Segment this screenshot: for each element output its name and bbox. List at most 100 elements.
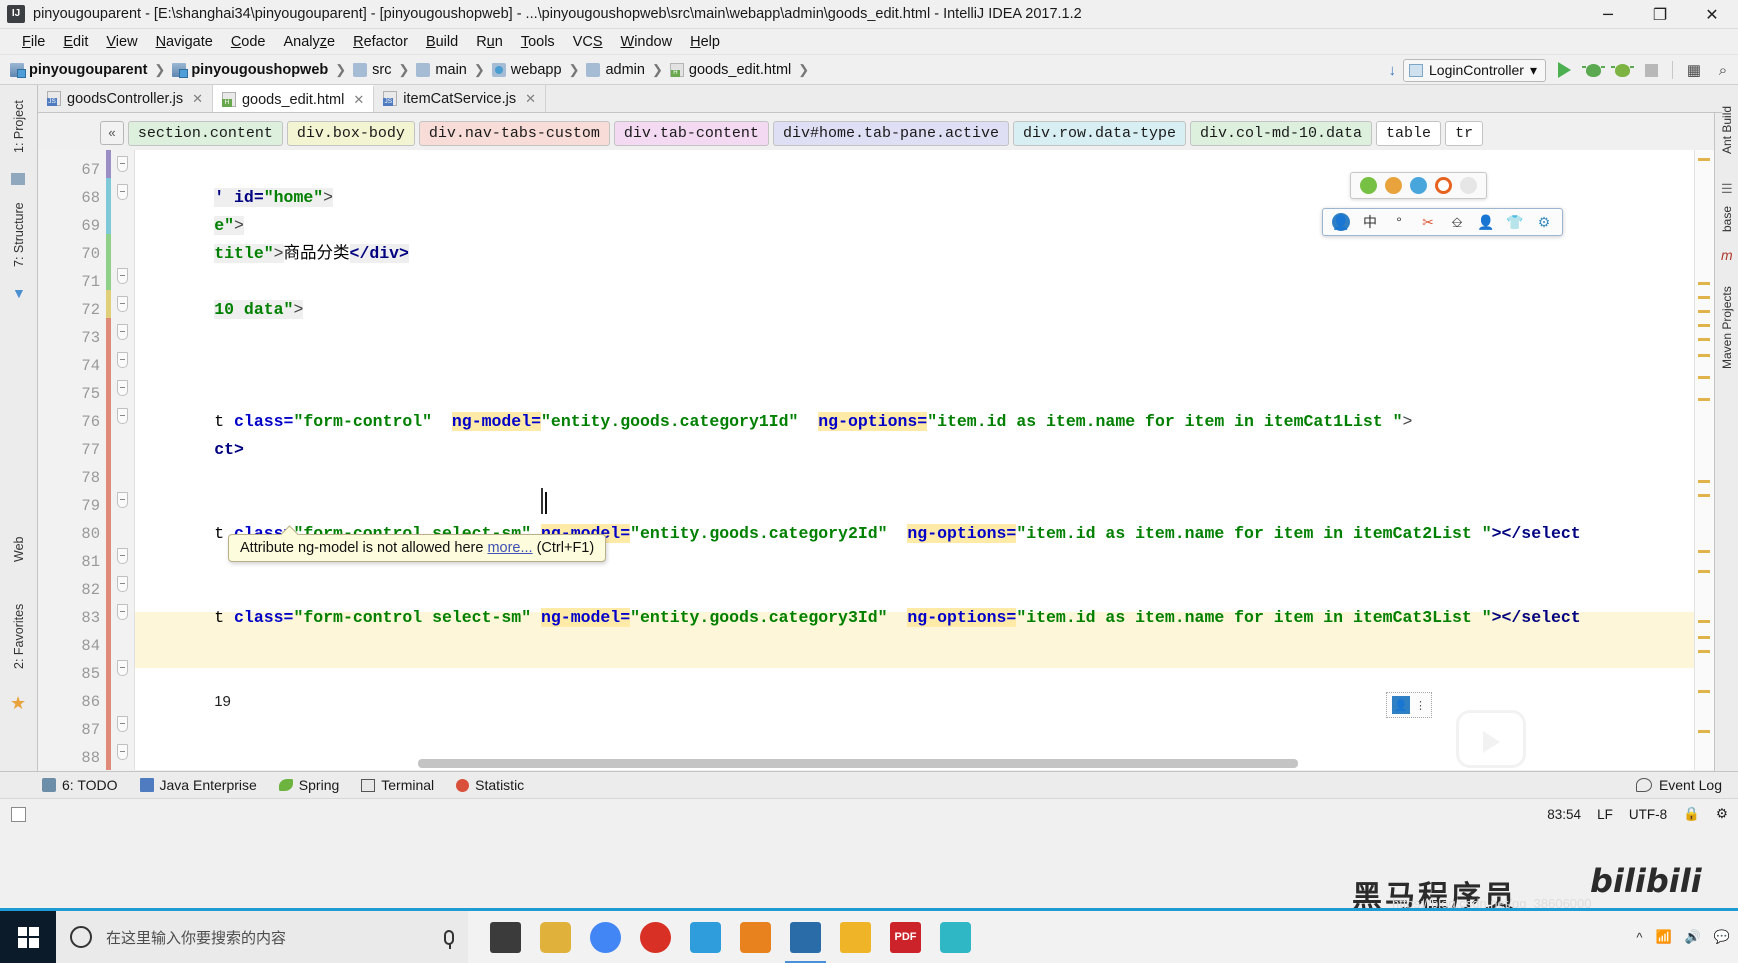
menu-edit[interactable]: Edit (54, 32, 97, 52)
element-div-nav-tabs-custom[interactable]: div.nav-tabs-custom (418, 120, 610, 146)
element-div-box-body[interactable]: div.box-body (286, 120, 415, 146)
element-div-tab-content[interactable]: div.tab-content (613, 120, 769, 146)
database-button[interactable]: ▦ (1683, 59, 1705, 81)
fold-marker[interactable] (117, 492, 128, 508)
lock-icon[interactable]: 🔒 (1683, 806, 1700, 822)
code-editor[interactable]: 67 68 69 70 71 72 73 74 75 76 77 78 79 8… (38, 150, 1714, 770)
file-explorer-icon[interactable] (840, 921, 871, 953)
taskbar-app-red-icon[interactable] (640, 921, 671, 953)
fold-marker[interactable] (117, 660, 128, 676)
tab-goods-edit-html[interactable]: goods_edit.html ✕ (212, 85, 375, 112)
taskbar-search-box[interactable]: 在这里输入你要搜索的内容 (56, 911, 468, 963)
update-project-icon[interactable]: ↓ (1389, 62, 1397, 79)
line-number-gutter[interactable]: 67 68 69 70 71 72 73 74 75 76 77 78 79 8… (38, 150, 106, 770)
menu-navigate[interactable]: Navigate (147, 32, 222, 52)
menu-file[interactable]: File (13, 32, 54, 52)
menu-run[interactable]: Run (467, 32, 512, 52)
bottom-item-todo[interactable]: 6: TODO (42, 777, 118, 793)
menu-help[interactable]: Help (681, 32, 729, 52)
fold-marker[interactable] (117, 716, 128, 732)
tray-chevron-icon[interactable]: ^ (1636, 930, 1642, 945)
sidebar-item-web[interactable]: Web (0, 525, 38, 573)
maximize-button[interactable]: ❐ (1634, 0, 1686, 29)
chrome-icon[interactable] (590, 921, 621, 953)
sidebar-item-base[interactable]: base (1715, 197, 1738, 241)
fold-marker[interactable] (117, 744, 128, 760)
pdf-reader-icon[interactable]: PDF (890, 921, 921, 953)
horizontal-scrollbar[interactable] (418, 759, 1298, 768)
fold-marker[interactable] (117, 576, 128, 592)
menu-tools[interactable]: Tools (512, 32, 564, 52)
stop-button[interactable] (1640, 59, 1662, 81)
taskbar-app-orange-icon[interactable] (740, 921, 771, 953)
gear-icon[interactable]: ⚙ (1535, 213, 1553, 231)
close-icon[interactable]: ✕ (353, 92, 364, 108)
sidebar-item-favorites[interactable]: 2: Favorites (0, 585, 38, 687)
sidebar-item-project[interactable]: 1: Project (0, 87, 38, 167)
breadcrumb-item-main[interactable]: main ❯ (416, 62, 491, 78)
run-with-coverage-button[interactable] (1610, 59, 1634, 81)
fold-marker[interactable] (117, 604, 128, 620)
line-separator[interactable]: LF (1597, 807, 1613, 822)
sidebar-item-maven-projects[interactable]: Maven Projects (1715, 265, 1738, 391)
microphone-icon[interactable] (444, 929, 454, 949)
fold-marker[interactable] (117, 184, 128, 200)
fold-marker[interactable] (117, 156, 128, 172)
breadcrumb-item-webapp[interactable]: webapp ❯ (491, 62, 587, 78)
widget-person-icon[interactable]: 👤 (1392, 696, 1410, 714)
search-everywhere-icon[interactable]: ⌕ (1712, 59, 1734, 81)
breadcrumb-item-admin[interactable]: admin ❯ (586, 62, 669, 78)
close-button[interactable]: ✕ (1686, 0, 1738, 29)
bottom-item-terminal[interactable]: Terminal (361, 777, 434, 793)
sidebar-item-structure[interactable]: 7: Structure (0, 189, 38, 281)
tray-volume-icon[interactable]: 🔊 (1685, 929, 1701, 945)
intellij-idea-taskbar-icon[interactable] (785, 921, 826, 963)
shirt-icon[interactable]: 👕 (1506, 213, 1524, 231)
run-configuration-selector[interactable]: LoginController ▾ (1403, 58, 1546, 82)
menu-code[interactable]: Code (222, 32, 275, 52)
close-icon[interactable]: ✕ (525, 91, 536, 107)
debug-button[interactable] (1581, 59, 1605, 81)
browser-edge-icon[interactable] (1410, 177, 1427, 194)
element-div-row-data-type[interactable]: div.row.data-type (1012, 120, 1187, 146)
browser-safari-icon[interactable] (1460, 177, 1477, 194)
degree-icon[interactable]: ° (1390, 213, 1408, 231)
bottom-item-java-enterprise[interactable]: Java Enterprise (139, 777, 257, 793)
run-button[interactable] (1553, 59, 1575, 81)
inline-float-toolbar[interactable]: 👤 中 ° ✂ ⎒ 👤 👕 ⚙ (1322, 208, 1563, 236)
element-div-home-tab-pane[interactable]: div#home.tab-pane.active (772, 120, 1009, 146)
inspection-icon[interactable]: ⚙ (1716, 806, 1728, 822)
breadcrumb-item-project[interactable]: pinyougouparent ❯ (10, 62, 172, 78)
tab-goodsController-js[interactable]: goodsController.js ✕ (38, 85, 213, 112)
widget-menu-icon[interactable]: ⋮ (1415, 699, 1426, 712)
element-tr[interactable]: tr (1445, 120, 1484, 146)
element-div-col-md-10-data[interactable]: div.col-md-10.data (1190, 120, 1373, 146)
tray-notification-icon[interactable]: 💬 (1714, 929, 1730, 945)
browser-opera-icon[interactable] (1435, 177, 1452, 194)
caret-position[interactable]: 83:54 (1547, 807, 1581, 822)
menu-build[interactable]: Build (417, 32, 467, 52)
status-toggle-toolwindows[interactable] (0, 806, 36, 822)
menu-vcs[interactable]: VCS (564, 32, 612, 52)
fold-marker[interactable] (117, 380, 128, 396)
browser-chrome-icon[interactable] (1360, 177, 1377, 194)
fold-marker[interactable] (117, 408, 128, 424)
scissors-icon[interactable]: ✂ (1419, 213, 1437, 231)
task-view-icon[interactable] (490, 921, 521, 953)
keyboard-icon[interactable]: ⎒ (1448, 213, 1466, 231)
taskbar-app-blue-icon[interactable] (690, 921, 721, 953)
code-folding-gutter[interactable] (111, 150, 135, 770)
breadcrumb-item-file[interactable]: goods_edit.html ❯ (669, 62, 816, 78)
fold-marker[interactable] (117, 324, 128, 340)
person-icon[interactable]: 👤 (1477, 213, 1495, 231)
element-section-content[interactable]: section.content (127, 120, 283, 146)
error-stripe-gutter[interactable] (1694, 150, 1714, 770)
tray-network-icon[interactable]: 📶 (1655, 929, 1671, 945)
menu-window[interactable]: Window (612, 32, 682, 52)
menu-analyze[interactable]: Analyze (275, 32, 345, 52)
bottom-item-statistic[interactable]: Statistic (456, 777, 524, 793)
mini-float-widget[interactable]: 👤 ⋮ (1386, 692, 1432, 718)
element-table[interactable]: table (1376, 120, 1442, 146)
tooltip-more-link[interactable]: more... (487, 540, 532, 556)
menu-refactor[interactable]: Refactor (344, 32, 417, 52)
